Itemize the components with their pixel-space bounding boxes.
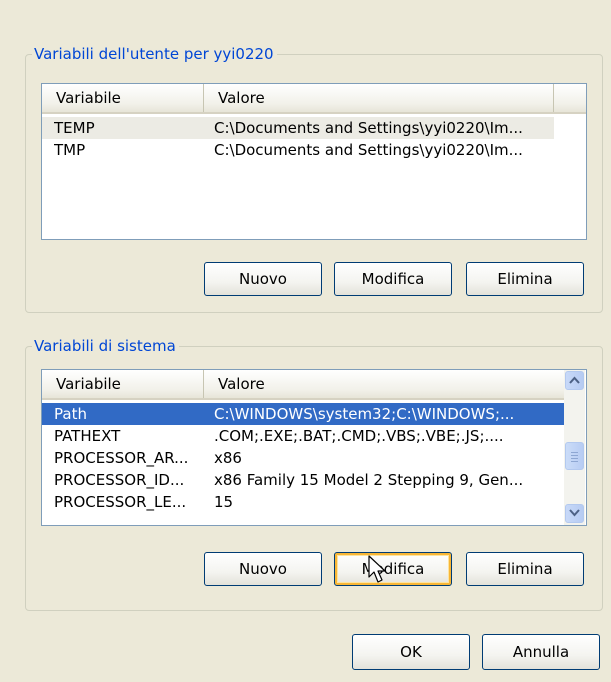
variable-value: 15 <box>214 493 234 511</box>
column-header-variable[interactable]: Variabile <box>42 370 204 398</box>
list-item[interactable]: PROCESSOR_LE... 15 <box>42 491 564 513</box>
system-variables-list[interactable]: Variabile Valore Path C:\WINDOWS\system3… <box>41 369 587 526</box>
list-header: Variabile Valore <box>42 370 564 400</box>
variable-value: .COM;.EXE;.BAT;.CMD;.VBS;.VBE;.JS;.... <box>214 427 504 445</box>
variable-name: TEMP <box>54 119 95 137</box>
variable-value: C:\WINDOWS\system32;C:\WINDOWS;... <box>214 405 515 423</box>
user-edit-button[interactable]: Modifica <box>334 262 452 296</box>
system-delete-button[interactable]: Elimina <box>466 552 584 586</box>
user-variables-title: Variabili dell'utente per yyi0220 <box>32 45 277 63</box>
list-item[interactable]: PROCESSOR_ID... x86 Family 15 Model 2 St… <box>42 469 564 491</box>
user-new-button[interactable]: Nuovo <box>204 262 322 296</box>
variable-name: PATHEXT <box>54 427 121 445</box>
list-header: Variabile Valore <box>42 84 586 114</box>
system-variables-title: Variabili di sistema <box>32 337 179 355</box>
variable-value: x86 <box>214 449 242 467</box>
list-item[interactable]: PATHEXT .COM;.EXE;.BAT;.CMD;.VBS;.VBE;.J… <box>42 425 564 447</box>
variable-value: C:\Documents and Settings\yyi0220\Im... <box>214 119 523 137</box>
list-item[interactable]: TMP C:\Documents and Settings\yyi0220\Im… <box>42 139 554 161</box>
list-item-selected[interactable]: Path C:\WINDOWS\system32;C:\WINDOWS;... <box>42 403 564 425</box>
column-header-variable[interactable]: Variabile <box>42 84 204 112</box>
scrollbar-thumb[interactable] <box>565 442 584 470</box>
column-header-value[interactable]: Valore <box>204 370 564 398</box>
environment-variables-dialog: Variabili dell'utente per yyi0220 Variab… <box>0 0 611 682</box>
user-delete-button[interactable]: Elimina <box>466 262 584 296</box>
variable-name: PROCESSOR_ID... <box>54 471 185 489</box>
user-variables-list[interactable]: Variabile Valore TEMP C:\Documents and S… <box>41 83 587 240</box>
scroll-down-arrow-icon[interactable] <box>565 504 584 523</box>
variable-name: PROCESSOR_AR... <box>54 449 189 467</box>
list-item[interactable]: PROCESSOR_AR... x86 <box>42 447 564 469</box>
system-new-button[interactable]: Nuovo <box>204 552 322 586</box>
variable-value: x86 Family 15 Model 2 Stepping 9, Gen... <box>214 471 524 489</box>
cancel-button[interactable]: Annulla <box>482 634 600 670</box>
variable-name: TMP <box>54 141 86 159</box>
system-edit-button[interactable]: Modifica <box>334 552 452 586</box>
variable-name: PROCESSOR_LE... <box>54 493 187 511</box>
vertical-scrollbar[interactable] <box>564 370 585 525</box>
ok-button[interactable]: OK <box>352 634 470 670</box>
scroll-up-arrow-icon[interactable] <box>565 371 584 390</box>
column-header-value[interactable]: Valore <box>204 84 554 112</box>
variable-value: C:\Documents and Settings\yyi0220\Im... <box>214 141 523 159</box>
variable-name: Path <box>54 405 87 423</box>
mouse-pointer-icon <box>368 555 386 583</box>
list-item[interactable]: TEMP C:\Documents and Settings\yyi0220\I… <box>42 117 554 139</box>
